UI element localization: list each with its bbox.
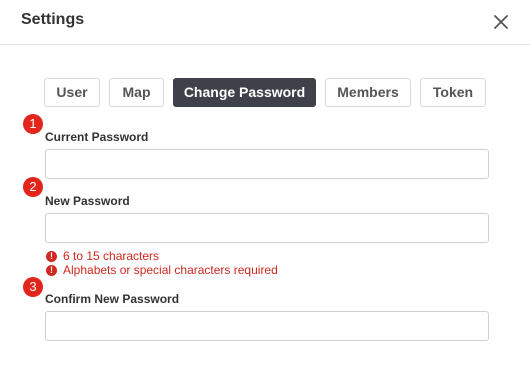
validation-error: ! Alphabets or special characters requir… [46, 263, 278, 277]
dialog-title: Settings [21, 11, 85, 28]
step-marker-2: 2 [23, 177, 43, 197]
new-password-label: New Password [45, 194, 130, 208]
confirm-password-input[interactable] [45, 311, 489, 341]
tab-members[interactable]: Members [325, 78, 411, 107]
step-marker-3: 3 [23, 277, 43, 297]
new-password-input[interactable] [45, 213, 489, 243]
settings-dialog: Settings User Map Change Password Member… [0, 0, 530, 372]
step-marker-1: 1 [23, 114, 43, 134]
current-password-label: Current Password [45, 130, 149, 144]
current-password-input[interactable] [45, 149, 489, 179]
exclamation-circle-icon: ! [46, 250, 57, 262]
tab-map[interactable]: Map [109, 78, 164, 107]
error-text: Alphabets or special characters required [63, 263, 278, 277]
exclamation-circle-icon: ! [46, 264, 57, 276]
tab-user[interactable]: User [44, 78, 100, 107]
validation-error: ! 6 to 15 characters [46, 249, 159, 263]
tab-token[interactable]: Token [420, 78, 486, 107]
error-text: 6 to 15 characters [63, 249, 160, 263]
dialog-header: Settings [0, 0, 530, 45]
settings-tabs: User Map Change Password Members Token [44, 78, 486, 107]
tab-change-password[interactable]: Change Password [173, 78, 316, 107]
confirm-password-label: Confirm New Password [45, 292, 180, 306]
close-icon[interactable] [489, 10, 513, 34]
